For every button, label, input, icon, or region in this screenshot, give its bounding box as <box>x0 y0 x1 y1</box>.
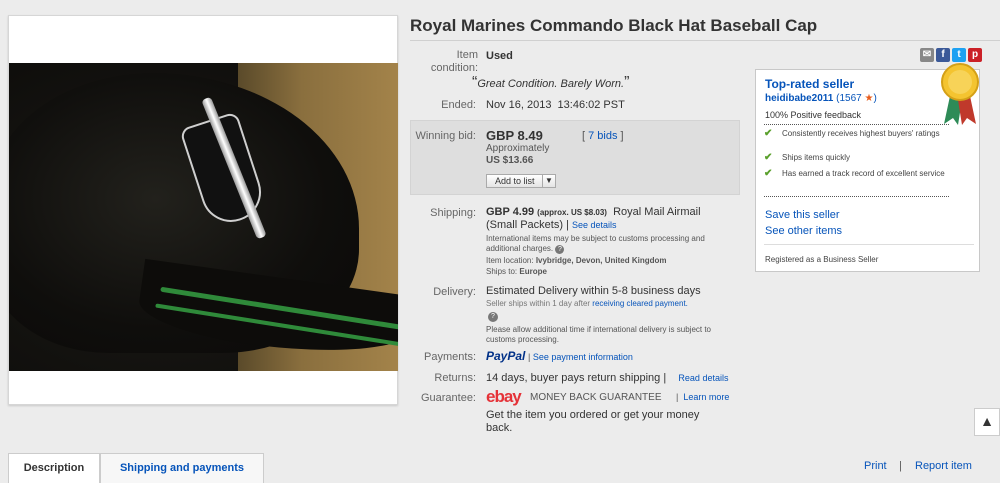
condition-value: Used <box>486 50 513 62</box>
condition-label: Item condition: <box>430 49 478 74</box>
item-photo[interactable] <box>9 63 398 371</box>
top-rated-badge-icon <box>941 63 979 125</box>
item-location: Item location: Ivybridge, Devon, United … <box>486 256 667 265</box>
delivery-value: Estimated Delivery within 5-8 business d… <box>486 285 701 297</box>
returns-read-details-link[interactable]: Read details <box>678 373 728 383</box>
feedback-score-link[interactable]: 1567 <box>840 93 862 104</box>
learn-more-link[interactable]: Learn more <box>683 392 729 402</box>
share-icons: ✉ f t p <box>918 48 982 62</box>
print-link[interactable]: Print <box>864 460 887 472</box>
ebay-logo: ebay <box>486 387 522 406</box>
returns-value: 14 days, buyer pays return shipping | Re… <box>486 372 729 384</box>
email-icon[interactable]: ✉ <box>920 48 934 62</box>
intl-note: International items may be subject to cu… <box>486 234 705 254</box>
guarantee-learn: | Learn more <box>676 392 730 402</box>
see-other-items-link[interactable]: See other items <box>765 225 842 237</box>
positive-feedback: 100% Positive feedback <box>765 110 862 120</box>
dotted-divider <box>764 124 949 125</box>
seller-divider <box>764 244 974 245</box>
check-icon: ✔ <box>764 168 773 179</box>
help-icon[interactable]: ? <box>488 312 498 322</box>
guarantee-text: Get the item you ordered or get your mon… <box>486 409 700 434</box>
delivery-allow-note: Please allow additional time if internat… <box>486 325 712 344</box>
approx-value: US $13.66 <box>486 155 534 166</box>
paypal-logo: PayPal <box>486 349 526 363</box>
winning-bid-label: Winning bid: <box>415 130 476 142</box>
seller-point: ✔ Has earned a track record of excellent … <box>764 168 945 179</box>
dotted-divider <box>764 196 949 197</box>
shipping-value: GBP 4.99 (approx. US $8.03) Royal Mail A… <box>486 206 701 231</box>
ships-to: Ships to: Europe <box>486 267 547 276</box>
top-rated-heading: Top-rated seller <box>765 77 855 91</box>
add-to-list-button[interactable]: Add to list ▼ <box>486 174 556 188</box>
payment-info: | See payment information <box>528 352 633 362</box>
report-item-link[interactable]: Report item <box>915 460 972 472</box>
seller-point: ✔ Consistently receives highest buyers' r… <box>764 128 940 139</box>
ended-label: Ended: <box>441 99 476 111</box>
chevron-up-icon: ▲ <box>980 413 994 429</box>
winning-bid-price: GBP 8.49 <box>486 128 543 143</box>
check-icon: ✔ <box>764 152 773 163</box>
seller-point: ✔ Ships items quickly <box>764 152 851 163</box>
item-title: Royal Marines Commando Black Hat Basebal… <box>410 16 818 35</box>
twitter-icon[interactable]: t <box>952 48 966 62</box>
ended-value: Nov 16, 2013 13:46:02 PST <box>486 99 625 111</box>
shipping-label: Shipping: <box>430 207 476 219</box>
returns-label: Returns: <box>434 372 476 384</box>
bids-count: [ 7 bids ] <box>582 130 624 142</box>
seller-name-row: heidibabe2011 (1567 ★) <box>765 93 877 104</box>
scroll-to-top-button[interactable]: ▲ <box>974 408 1000 436</box>
cleared-payment-link[interactable]: receiving cleared payment. <box>592 299 688 308</box>
facebook-icon[interactable]: f <box>936 48 950 62</box>
item-image-frame[interactable] <box>8 15 398 405</box>
guarantee-label: Guarantee: <box>420 392 476 404</box>
seller-name-link[interactable]: heidibabe2011 <box>765 93 833 104</box>
condition-note: “Great Condition. Barely Worn.” <box>472 74 630 91</box>
delivery-label: Delivery: <box>433 286 476 298</box>
ships-within: Seller ships within 1 day after receivin… <box>486 299 688 308</box>
approx-label: Approximately <box>486 143 550 154</box>
help-icon[interactable]: ? <box>555 245 565 254</box>
registered-business: Registered as a Business Seller <box>765 255 879 264</box>
payments-label: Payments: <box>424 351 476 363</box>
pinterest-icon[interactable]: p <box>968 48 982 62</box>
shipping-see-details-link[interactable]: See details <box>572 220 617 230</box>
footer-separator: | <box>899 460 902 472</box>
check-icon: ✔ <box>764 128 773 139</box>
title-divider <box>410 40 1000 41</box>
money-back-guarantee: MONEY BACK GUARANTEE <box>530 392 662 403</box>
bids-link[interactable]: 7 bids <box>588 130 617 142</box>
chevron-down-icon[interactable]: ▼ <box>542 175 555 187</box>
star-icon: ★ <box>864 93 874 104</box>
save-seller-link[interactable]: Save this seller <box>765 209 840 221</box>
payment-info-link[interactable]: See payment information <box>533 352 633 362</box>
